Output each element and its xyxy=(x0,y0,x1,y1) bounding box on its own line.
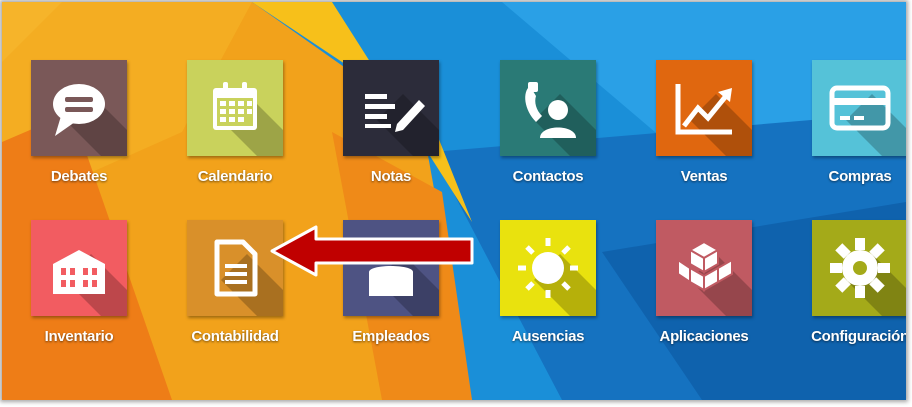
cubes-icon xyxy=(677,240,733,292)
app-tile-notas[interactable] xyxy=(343,60,439,156)
app-label[interactable]: Empleados xyxy=(326,328,456,345)
app-label[interactable]: Ventas xyxy=(639,168,769,185)
calendar-icon xyxy=(213,82,257,130)
app-tile-contabilidad[interactable] xyxy=(187,220,283,316)
app-tile-ventas[interactable] xyxy=(656,60,752,156)
gear-icon xyxy=(830,238,890,298)
chat-bubble-icon xyxy=(53,84,105,136)
app-tile-contactos[interactable] xyxy=(500,60,596,156)
app-tile-inventario[interactable] xyxy=(31,220,127,316)
app-label[interactable]: Contactos xyxy=(483,168,613,185)
app-label[interactable]: Ausencias xyxy=(483,328,613,345)
notes-pencil-icon xyxy=(365,94,425,132)
highlight-arrow xyxy=(270,225,474,277)
sun-icon xyxy=(518,238,578,298)
app-label[interactable]: Contabilidad xyxy=(170,328,300,345)
warehouse-building-icon xyxy=(53,250,105,294)
app-tile-compras[interactable] xyxy=(812,60,906,156)
app-tile-aplicaciones[interactable] xyxy=(656,220,752,316)
app-label[interactable]: Aplicaciones xyxy=(639,328,769,345)
credit-card-icon xyxy=(829,85,891,131)
trend-chart-icon xyxy=(675,84,732,135)
app-label[interactable]: Inventario xyxy=(14,328,144,345)
app-label[interactable]: Configuración xyxy=(795,328,906,345)
app-label[interactable]: Calendario xyxy=(170,168,300,185)
app-label[interactable]: Debates xyxy=(14,168,144,185)
app-tile-ausencias[interactable] xyxy=(500,220,596,316)
phone-contact-icon xyxy=(525,82,576,138)
document-icon xyxy=(214,239,258,297)
app-label[interactable]: Compras xyxy=(795,168,906,185)
app-launcher-screen: Debates Calendario Notas Contactos Ventas Com… xyxy=(2,2,906,400)
app-tile-debates[interactable] xyxy=(31,60,127,156)
app-tile-calendario[interactable] xyxy=(187,60,283,156)
app-label[interactable]: Notas xyxy=(326,168,456,185)
app-tile-configuración[interactable] xyxy=(812,220,906,316)
